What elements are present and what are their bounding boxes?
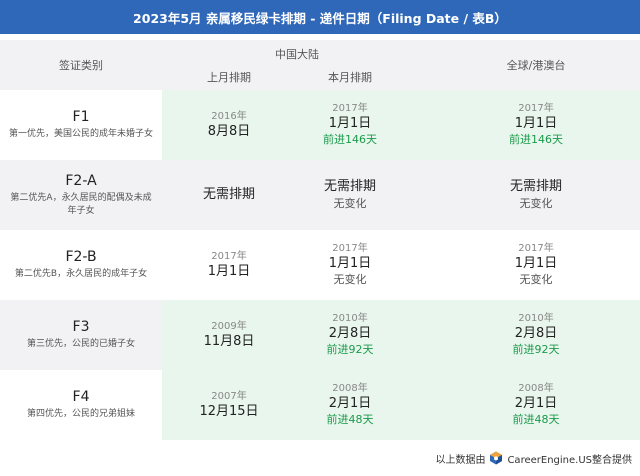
global-cell: 2010年 2月8日 前进92天 xyxy=(432,300,640,370)
last-month-cell: 2017年 1月1日 xyxy=(162,230,296,300)
date-year: 2017年 xyxy=(211,251,247,262)
footer-prefix: 以上数据由 xyxy=(435,454,486,466)
no-wait-text: 无需排期 xyxy=(202,187,255,202)
change-status: 前进92天 xyxy=(512,343,560,356)
footer-credit: 以上数据由 CareerEngine.US整合提供 xyxy=(435,449,632,467)
date-month-day: 2月8日 xyxy=(514,326,558,341)
date-month-day: 8月8日 xyxy=(207,124,251,139)
date-month-day: 1月1日 xyxy=(328,116,372,131)
category-code: F3 xyxy=(72,319,90,335)
category-cell: F3 第三优先，公民的已婚子女 xyxy=(0,300,162,370)
date-year: 2010年 xyxy=(332,313,368,324)
date-month-day: 2月1日 xyxy=(514,396,558,411)
last-month-cell: 2007年 12月15日 xyxy=(162,370,296,440)
last-month-cell: 2016年 8月8日 xyxy=(162,90,296,160)
date-year: 2017年 xyxy=(518,103,554,114)
date-month-day: 12月15日 xyxy=(199,404,259,419)
category-code: F2-B xyxy=(65,249,97,265)
header-mainland: 中国大陆 xyxy=(275,48,319,61)
date-month-day: 1月1日 xyxy=(207,264,251,279)
table-row-f2a: F2-A 第二优先A，永久居民的配偶及未成年子女 无需排期 无需排期 无变化 无… xyxy=(0,160,640,230)
date-year: 2009年 xyxy=(211,321,247,332)
global-cell: 无需排期 无变化 xyxy=(432,160,640,230)
date-month-day: 1月1日 xyxy=(514,256,558,271)
no-wait-text: 无需排期 xyxy=(323,179,376,194)
date-year: 2007年 xyxy=(211,391,247,402)
this-month-cell: 2010年 2月8日 前进92天 xyxy=(296,300,404,370)
date-year: 2017年 xyxy=(332,243,368,254)
category-cell: F4 第四优先，公民的兄弟姐妹 xyxy=(0,370,162,440)
change-status: 前进92天 xyxy=(326,343,374,356)
category-cell: F2-A 第二优先A，永久居民的配偶及未成年子女 xyxy=(0,160,162,230)
date-month-day: 1月1日 xyxy=(328,256,372,271)
careerengine-logo-icon xyxy=(489,451,503,465)
change-status: 前进48天 xyxy=(512,413,560,426)
change-status: 无变化 xyxy=(333,197,367,210)
change-status: 无变化 xyxy=(519,197,553,210)
date-year: 2010年 xyxy=(518,313,554,324)
global-cell: 2017年 1月1日 前进146天 xyxy=(432,90,640,160)
table-row-f1: F1 第一优先，美国公民的成年未婚子女 2016年 8月8日 2017年 1月1… xyxy=(0,90,640,160)
header-global: 全球/港澳台 xyxy=(506,59,566,72)
change-status: 无变化 xyxy=(519,273,553,286)
header-last-month: 上月排期 xyxy=(207,71,251,84)
this-month-cell: 无需排期 无变化 xyxy=(296,160,404,230)
page-title: 2023年5月 亲属移民绿卡排期 - 递件日期（Filing Date / 表B… xyxy=(133,10,507,26)
table-row-f4: F4 第四优先，公民的兄弟姐妹 2007年 12月15日 2008年 2月1日 … xyxy=(0,370,640,440)
date-year: 2008年 xyxy=(518,383,554,394)
category-cell: F2-B 第二优先B，永久居民的成年子女 xyxy=(0,230,162,300)
page-title-banner: 2023年5月 亲属移民绿卡排期 - 递件日期（Filing Date / 表B… xyxy=(0,0,640,34)
date-year: 2008年 xyxy=(332,383,368,394)
date-month-day: 2月1日 xyxy=(328,396,372,411)
this-month-cell: 2017年 1月1日 前进146天 xyxy=(296,90,404,160)
this-month-cell: 2017年 1月1日 无变化 xyxy=(296,230,404,300)
category-description: 第一优先，美国公民的成年未婚子女 xyxy=(8,129,153,139)
date-year: 2017年 xyxy=(332,103,368,114)
no-wait-text: 无需排期 xyxy=(509,179,562,194)
category-description: 第三优先，公民的已婚子女 xyxy=(26,339,135,349)
this-month-cell: 2008年 2月1日 前进48天 xyxy=(296,370,404,440)
date-month-day: 2月8日 xyxy=(328,326,372,341)
date-year: 2016年 xyxy=(211,111,247,122)
footer-brand: CareerEngine.US整合提供 xyxy=(507,454,632,466)
table-row-f3: F3 第三优先，公民的已婚子女 2009年 11月8日 2010年 2月8日 前… xyxy=(0,300,640,370)
header-this-month: 本月排期 xyxy=(328,71,372,84)
category-code: F2-A xyxy=(65,172,97,189)
change-status: 前进48天 xyxy=(326,413,374,426)
category-description: 第四优先，公民的兄弟姐妹 xyxy=(26,409,135,419)
date-month-day: 1月1日 xyxy=(514,116,558,131)
category-code: F4 xyxy=(72,389,90,405)
category-description: 第二优先B，永久居民的成年子女 xyxy=(14,269,148,279)
last-month-cell: 2009年 11月8日 xyxy=(162,300,296,370)
change-status: 前进146天 xyxy=(323,133,377,146)
category-cell: F1 第一优先，美国公民的成年未婚子女 xyxy=(0,90,162,160)
global-cell: 2017年 1月1日 无变化 xyxy=(432,230,640,300)
table-row-f2b: F2-B 第二优先B，永久居民的成年子女 2017年 1月1日 2017年 1月… xyxy=(0,230,640,300)
date-month-day: 11月8日 xyxy=(203,334,255,349)
category-code: F1 xyxy=(72,109,90,125)
last-month-cell: 无需排期 xyxy=(162,160,296,230)
global-cell: 2008年 2月1日 前进48天 xyxy=(432,370,640,440)
change-status: 无变化 xyxy=(333,273,367,286)
change-status: 前进146天 xyxy=(509,133,563,146)
table-header: 签证类别 中国大陆 上月排期 本月排期 全球/港澳台 xyxy=(0,40,640,90)
date-year: 2017年 xyxy=(518,243,554,254)
header-category: 签证类别 xyxy=(59,59,103,72)
category-description: 第二优先A，永久居民的配偶及未成年子女 xyxy=(10,192,152,216)
